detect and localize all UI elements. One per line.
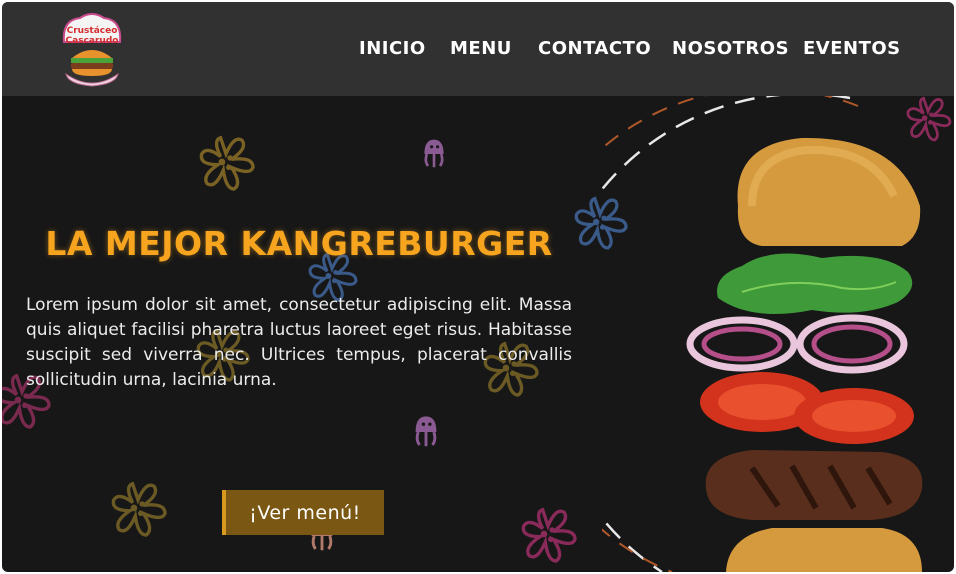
view-menu-button[interactable]: ¡Ver menú! (222, 490, 384, 535)
hero-title: LA MEJOR KANGREBURGER (45, 224, 553, 263)
nav-item-nosotros[interactable]: NOSOTROS (672, 38, 789, 59)
logo-text-line1: Crustáceo (67, 26, 118, 36)
jellyfish-decoration-icon (423, 138, 445, 169)
hero-description: Lorem ipsum dolor sit amet, consectetur … (26, 295, 572, 390)
flower-decoration-icon (111, 482, 167, 537)
burger-logo-icon: Crustáceo Cascarudo (62, 13, 122, 87)
nav-item-eventos[interactable]: EVENTOS (803, 38, 901, 59)
jellyfish-decoration-icon (414, 414, 438, 448)
nav-item-contacto[interactable]: CONTACTO (538, 38, 651, 59)
flower-decoration-icon (199, 136, 255, 191)
nav-item-inicio[interactable]: INICIO (359, 38, 426, 59)
burger-illustration (602, 96, 923, 572)
navbar: Crustáceo Cascarudo INICIO MENU CONTACTO… (2, 2, 954, 96)
logo-text-line2: Cascarudo (66, 36, 119, 46)
page-frame: Crustáceo Cascarudo INICIO MENU CONTACTO… (2, 2, 954, 572)
brand-logo[interactable]: Crustáceo Cascarudo (58, 12, 126, 88)
nav-item-menu[interactable]: MENU (450, 38, 512, 59)
flower-decoration-icon (521, 508, 577, 563)
